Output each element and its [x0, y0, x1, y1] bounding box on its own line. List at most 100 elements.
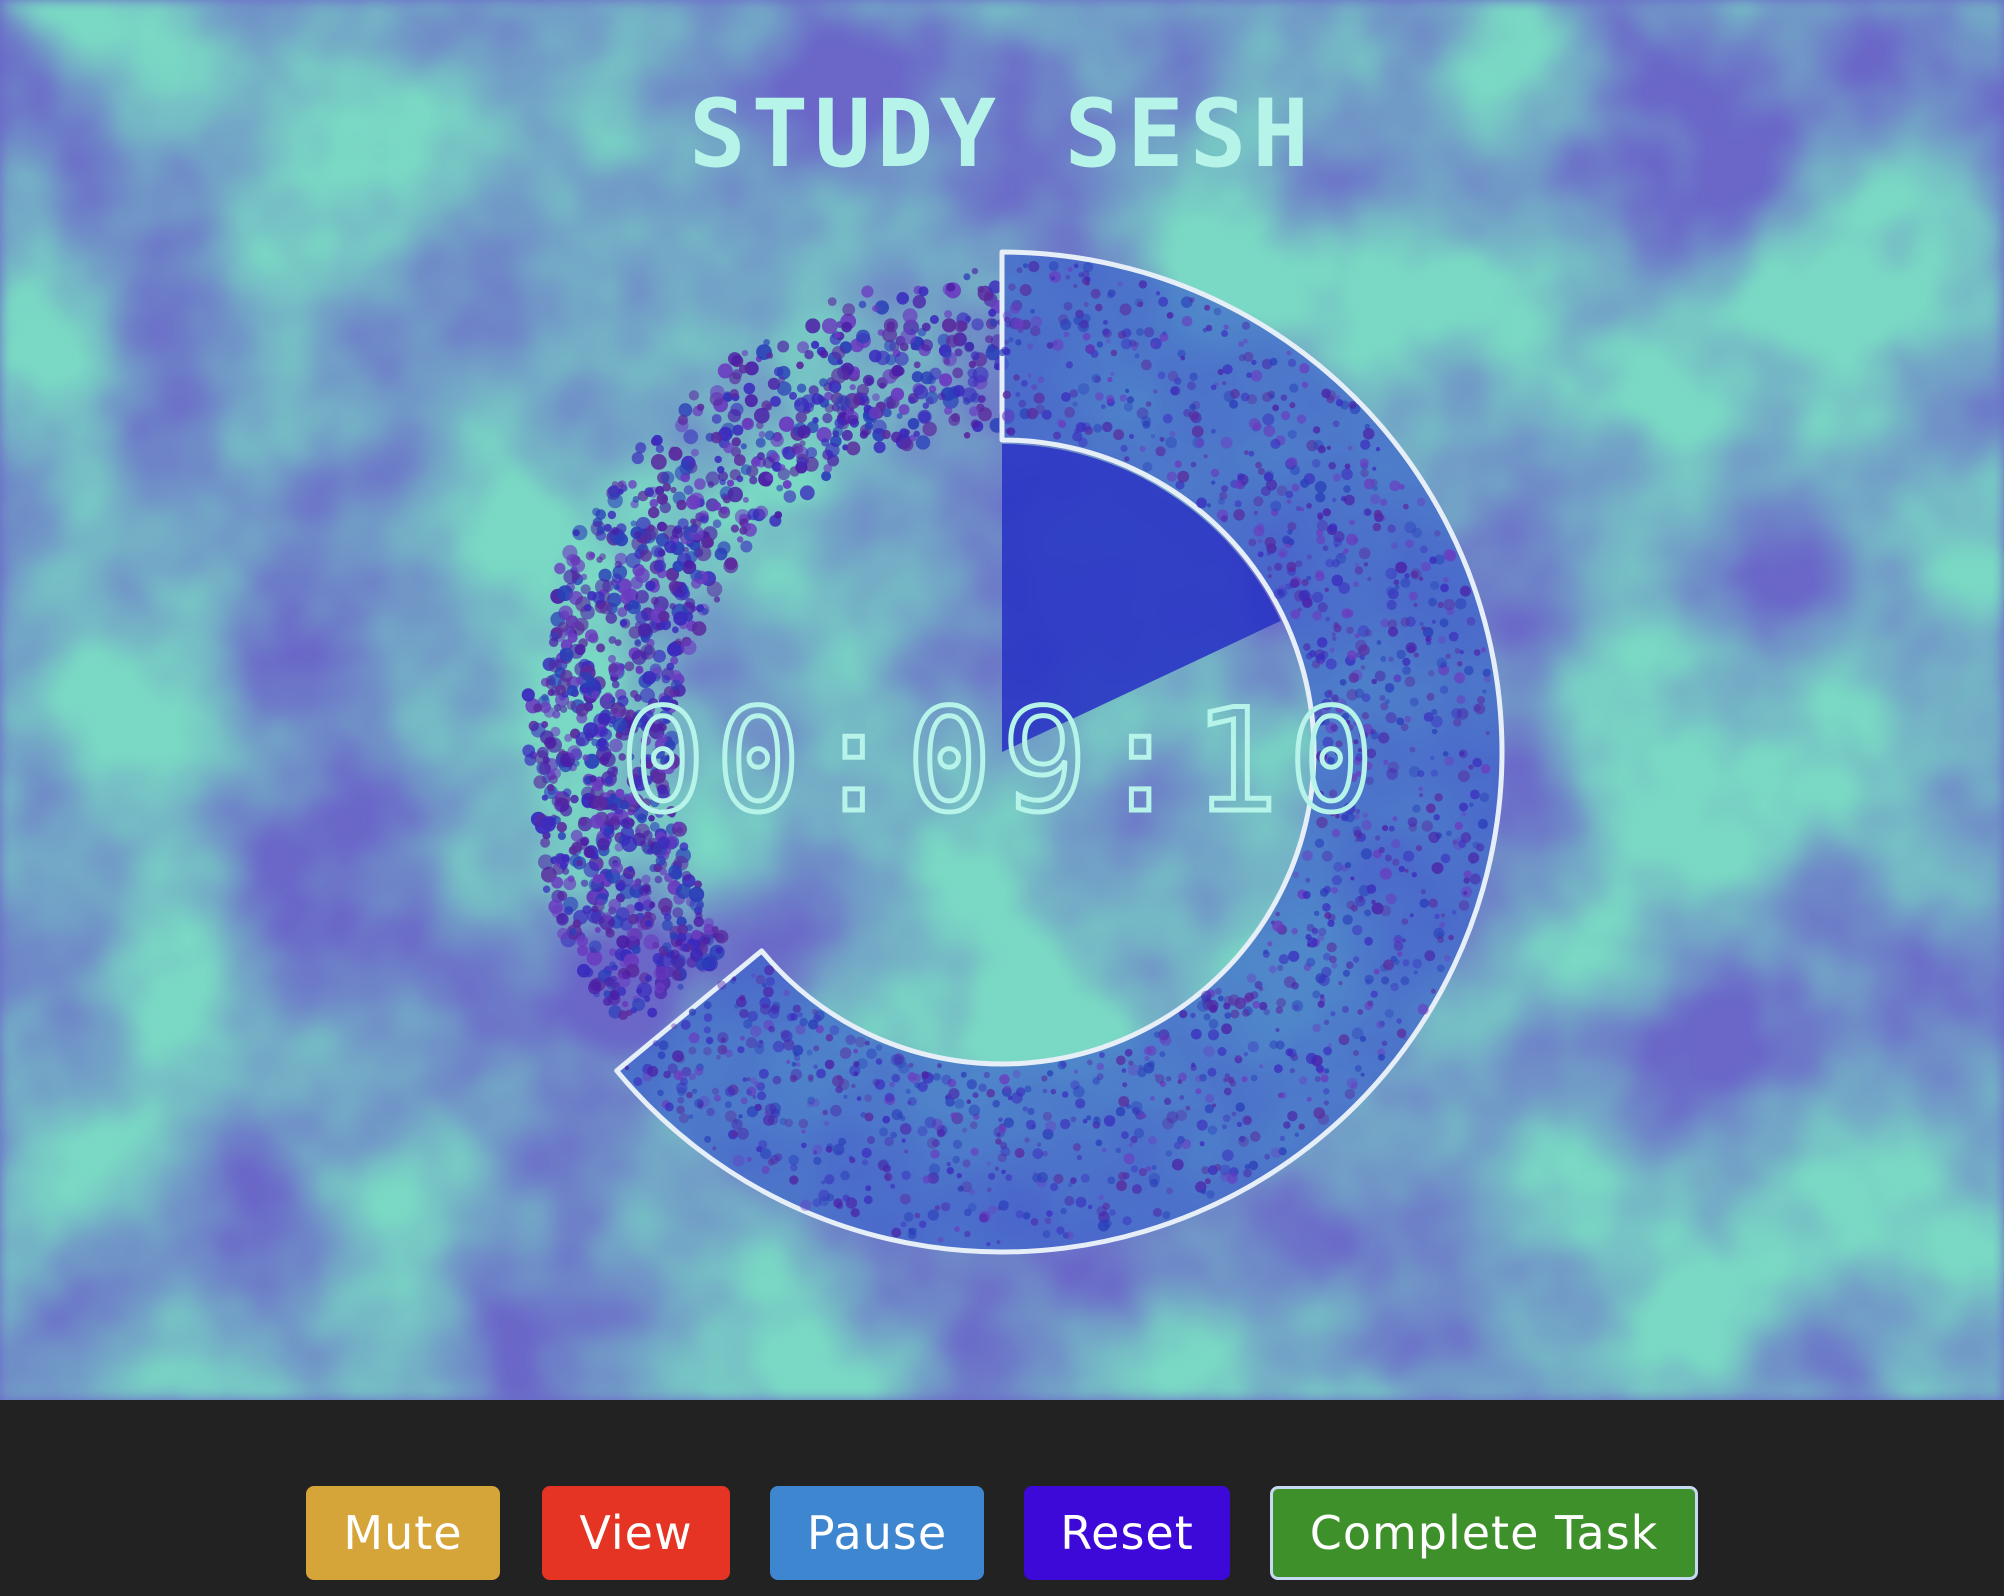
particle	[686, 924, 693, 931]
ring-dot	[1146, 1045, 1157, 1056]
particle	[832, 426, 843, 437]
ring-dot	[962, 1159, 971, 1168]
particle	[741, 349, 749, 357]
ring-dot	[1463, 891, 1468, 896]
ring-dot	[1404, 868, 1409, 873]
particle	[764, 430, 775, 441]
ring-dot	[1230, 1009, 1240, 1019]
particle	[630, 520, 637, 527]
ring-dot	[1048, 261, 1059, 271]
mute-button[interactable]: Mute	[306, 1486, 500, 1580]
pause-button[interactable]: Pause	[770, 1486, 984, 1580]
particle	[685, 598, 696, 609]
ring-dot	[1312, 459, 1321, 468]
particle	[705, 471, 720, 486]
particle	[522, 744, 536, 758]
ring-dot	[1381, 1040, 1388, 1047]
complete-task-button[interactable]: Complete Task	[1270, 1486, 1698, 1580]
ring-dot	[1287, 429, 1297, 439]
ring-dot	[1113, 429, 1125, 441]
particle	[583, 722, 599, 738]
ring-dot	[919, 1220, 927, 1229]
particle	[604, 977, 614, 987]
particle	[658, 897, 673, 913]
reset-button[interactable]: Reset	[1024, 1486, 1230, 1580]
particle	[952, 367, 964, 379]
ring-dot	[1121, 1131, 1129, 1139]
ring-dot	[1263, 425, 1276, 437]
ring-dot	[1060, 1207, 1067, 1215]
particle	[656, 493, 668, 505]
ring-dot	[1098, 1194, 1104, 1200]
particle	[611, 862, 623, 874]
particle	[654, 875, 663, 884]
ring-dot	[1253, 496, 1264, 507]
timer-scene: STUDY SESH 00:09:10	[0, 0, 2004, 1400]
ring-dot	[1440, 583, 1449, 593]
ring-dot	[1165, 1150, 1173, 1157]
ring-dot	[1321, 850, 1333, 862]
ring-dot	[1222, 381, 1227, 386]
particle	[621, 588, 632, 600]
particle	[817, 395, 825, 403]
ring-dot	[1372, 523, 1382, 532]
ring-dot	[1411, 872, 1418, 878]
ring-dot	[1130, 1101, 1143, 1113]
ring-dot	[1205, 1093, 1215, 1103]
ring-dot	[1420, 545, 1428, 554]
ring-dot	[759, 1039, 764, 1044]
particle	[607, 766, 618, 778]
particle	[644, 974, 653, 982]
particle	[635, 666, 644, 675]
ring-dot	[1116, 1180, 1127, 1192]
particle	[668, 446, 683, 461]
ring-dot	[1256, 523, 1265, 531]
ring-dot	[1170, 386, 1179, 396]
ring-dot	[1421, 561, 1431, 572]
ring-dot	[800, 1199, 812, 1211]
ring-dot	[1056, 418, 1064, 426]
ring-dot	[795, 1024, 806, 1035]
particle	[669, 932, 678, 941]
particle	[542, 756, 550, 764]
ring-dot	[1346, 1077, 1358, 1089]
ring-dot	[983, 1071, 990, 1079]
ring-dot	[1344, 1088, 1356, 1100]
particle	[796, 361, 804, 370]
ring-dot	[1131, 1165, 1139, 1173]
ring-dot	[1386, 586, 1396, 596]
ring-dot	[765, 976, 775, 987]
ring-dot	[1187, 381, 1196, 391]
ring-dot	[1199, 1141, 1205, 1147]
ring-dot	[1141, 359, 1152, 371]
ring-dot	[812, 1008, 818, 1015]
particle	[777, 340, 790, 353]
ring-dot	[1384, 854, 1392, 862]
ring-dot	[917, 1126, 928, 1137]
ring-dot	[1275, 911, 1280, 917]
ring-dot	[1306, 923, 1315, 932]
ring-dot	[1229, 1080, 1237, 1087]
ring-dot	[1385, 893, 1397, 905]
ring-dot	[1105, 338, 1111, 344]
view-button[interactable]: View	[542, 1486, 730, 1580]
particle	[616, 935, 630, 949]
particle	[742, 496, 749, 503]
particle	[925, 391, 939, 405]
ring-dot	[824, 1174, 835, 1185]
particle	[907, 418, 920, 430]
particle	[601, 709, 611, 719]
ring-dot	[1022, 1212, 1031, 1220]
ring-dot	[1452, 839, 1458, 845]
ring-dot	[1044, 1217, 1052, 1225]
ring-dot	[1438, 921, 1446, 929]
ring-dot	[1468, 764, 1474, 770]
particle	[913, 430, 920, 438]
ring-dot	[1485, 731, 1490, 736]
ring-dot	[1285, 490, 1294, 499]
ring-dot	[1080, 1173, 1090, 1183]
ring-dot	[1060, 1061, 1067, 1068]
particle	[633, 530, 642, 539]
ring-dot	[988, 1205, 997, 1214]
particle	[896, 292, 909, 305]
